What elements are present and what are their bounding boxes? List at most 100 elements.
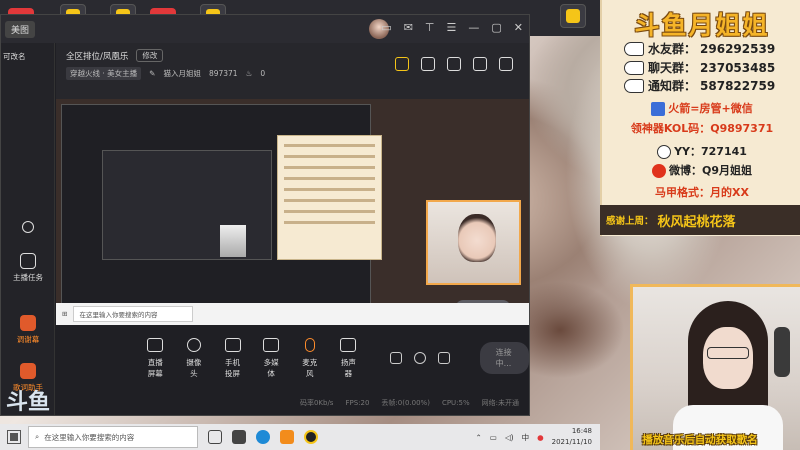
overlay-title: 斗鱼月姐姐 xyxy=(634,11,770,40)
camera-icon xyxy=(186,337,201,352)
control-label: 麦克风 xyxy=(302,357,318,378)
yy-text: YY：727141 xyxy=(674,145,747,158)
lock-icon[interactable] xyxy=(421,57,435,71)
sidebar-item-label: 主播任务 xyxy=(13,273,43,282)
fire-icon: ♨ xyxy=(245,69,253,78)
stream-preview[interactable]: 连接中... ⊞ 在这里输入你要搜索的内容 xyxy=(56,99,529,325)
control-speaker[interactable]: 扬声器 xyxy=(339,337,358,379)
nested-inner-window xyxy=(102,150,272,260)
control-extra-icons xyxy=(389,352,450,364)
sidebar-item-volume[interactable]: 调谢幕 xyxy=(1,315,55,345)
control-label: 手机投屏 xyxy=(225,357,241,378)
microphone-icon xyxy=(304,337,315,352)
music-caption: 播放音乐后自动获取歌名 xyxy=(642,434,758,446)
webcam-feed xyxy=(630,284,800,450)
search-icon: ⌕ xyxy=(35,432,40,441)
ime-indicator[interactable]: 中 xyxy=(522,432,530,443)
record-icon[interactable] xyxy=(389,352,402,364)
weibo-line: 微博：Q9月姐姐 xyxy=(602,162,800,178)
fish-icon xyxy=(624,78,644,93)
douyu-app-icon[interactable] xyxy=(280,430,294,444)
streaming-app-window: 美图 ▭ ✉ ⊤ ☰ — ▢ ✕ 可改名 主播任务 调谢幕 歌词助手 全区排位/… xyxy=(0,14,530,416)
control-label: 多媒体 xyxy=(263,357,279,378)
format-line: 马甲格式：月的XX xyxy=(655,186,749,199)
thanks-strip: 感谢上周： 秋风起桃花落 xyxy=(600,205,800,235)
network-status: 网络:未开通 xyxy=(481,399,519,407)
webcam-face xyxy=(458,214,496,262)
douyu-logo: 斗鱼 xyxy=(6,389,51,415)
pencil-icon[interactable]: ✎ xyxy=(149,69,155,78)
stream-info-overlay: 斗鱼月姐姐 水友群： 296292539 聊天群： 237053485 通知群：… xyxy=(600,0,800,236)
start-live-button[interactable]: 连接中... xyxy=(479,342,529,374)
sidebar-item-collapse[interactable] xyxy=(1,221,55,236)
shirt-icon[interactable]: ⊤ xyxy=(425,21,435,34)
start-button[interactable] xyxy=(0,424,28,450)
preview-search-box: 在这里输入你要搜索的内容 xyxy=(73,306,194,322)
fan-group-row: 水友群： 296292539 xyxy=(624,40,775,57)
nested-webcam-thumb xyxy=(220,225,246,257)
microphone-icon xyxy=(774,327,790,377)
clock-date: 2021/11/10 xyxy=(551,438,592,446)
outer-yellow-icon[interactable] xyxy=(560,4,586,28)
notice-group-number: 587822759 xyxy=(700,78,776,93)
phone-icon xyxy=(224,337,241,352)
settings-icon[interactable]: ☰ xyxy=(447,21,457,34)
minimize-icon[interactable]: — xyxy=(468,21,479,34)
room-subtitle[interactable]: 穿越火线 · 美女主播 xyxy=(66,67,142,80)
clock-time: 16:48 xyxy=(571,427,592,435)
control-phone[interactable]: 手机投屏 xyxy=(223,337,242,379)
windows-icon xyxy=(7,430,21,444)
task-view-icon[interactable] xyxy=(208,430,222,444)
left-panel-title: 可改名 xyxy=(3,52,26,61)
room-category[interactable]: 全区排位/凤凰乐 xyxy=(66,50,128,62)
mail-icon[interactable]: ✉ xyxy=(404,21,413,34)
grid-icon[interactable] xyxy=(473,57,487,71)
gear-icon[interactable] xyxy=(437,352,450,364)
thanks-name: 秋风起桃花落 xyxy=(657,214,736,230)
app-icon[interactable] xyxy=(232,430,246,444)
control-label: 扬声器 xyxy=(340,357,356,378)
weibo-text: 微博：Q9月姐姐 xyxy=(668,164,752,177)
clock[interactable]: 16:48 2021/11/10 xyxy=(552,426,592,448)
chevron-up-icon[interactable]: ⌃ xyxy=(476,433,482,442)
sidebar-item-host-task[interactable]: 主播任务 xyxy=(1,253,55,283)
taskbar-search[interactable]: ⌕ 在这里输入你要搜索的内容 xyxy=(28,426,198,448)
edit-button[interactable]: 修改 xyxy=(136,49,164,62)
control-media[interactable]: 多媒体 xyxy=(262,337,281,379)
control-microphone[interactable]: 麦克风 xyxy=(300,337,319,379)
room-meta-row: 穿越火线 · 美女主播 ✎ 猫入月姐姐 897371 ♨ 0 xyxy=(66,67,265,80)
fps-status: FPS:20 xyxy=(345,399,370,407)
rocket-icon xyxy=(651,102,666,116)
windows-icon: ⊞ xyxy=(62,310,68,318)
chat-group-label: 聊天群： xyxy=(648,61,697,75)
thanks-label: 感谢上周： xyxy=(606,216,654,227)
shirt-icon[interactable] xyxy=(447,57,461,71)
search-placeholder: 在这里输入你要搜索的内容 xyxy=(44,432,135,442)
obs-icon[interactable] xyxy=(304,430,318,444)
control-screen[interactable]: 直播屏幕 xyxy=(146,337,165,379)
share-icon[interactable] xyxy=(499,57,513,71)
control-label: 摄像头 xyxy=(186,357,202,378)
music-icon xyxy=(20,363,36,379)
top-tab[interactable]: 美图 xyxy=(5,20,36,38)
heat-count: 0 xyxy=(260,69,266,78)
douyu-tray-icon[interactable]: ● xyxy=(537,433,544,442)
close-icon[interactable]: ✕ xyxy=(514,21,523,34)
bitrate-status: 码率0Kb/s xyxy=(299,399,334,407)
volume-icon[interactable]: ◁) xyxy=(505,433,514,442)
eye-icon[interactable] xyxy=(413,352,426,364)
fish-icon xyxy=(624,41,644,56)
fish-icon xyxy=(624,60,644,75)
maximize-icon[interactable]: ▢ xyxy=(491,21,501,34)
chat-group-row: 聊天群： 237053485 xyxy=(624,59,775,76)
gift-icon xyxy=(20,315,36,331)
network-icon[interactable]: ▭ xyxy=(490,433,497,442)
gift-box-icon[interactable] xyxy=(395,57,409,71)
control-camera[interactable]: 摄像头 xyxy=(185,337,204,379)
message-icon[interactable]: ▭ xyxy=(381,21,391,34)
preview-taskbar: ⊞ 在这里输入你要搜索的内容 xyxy=(56,303,529,325)
weibo-icon xyxy=(651,164,666,178)
glasses-icon xyxy=(707,347,749,359)
notice-group-label: 通知群： xyxy=(648,79,697,93)
browser-icon[interactable] xyxy=(256,430,270,444)
